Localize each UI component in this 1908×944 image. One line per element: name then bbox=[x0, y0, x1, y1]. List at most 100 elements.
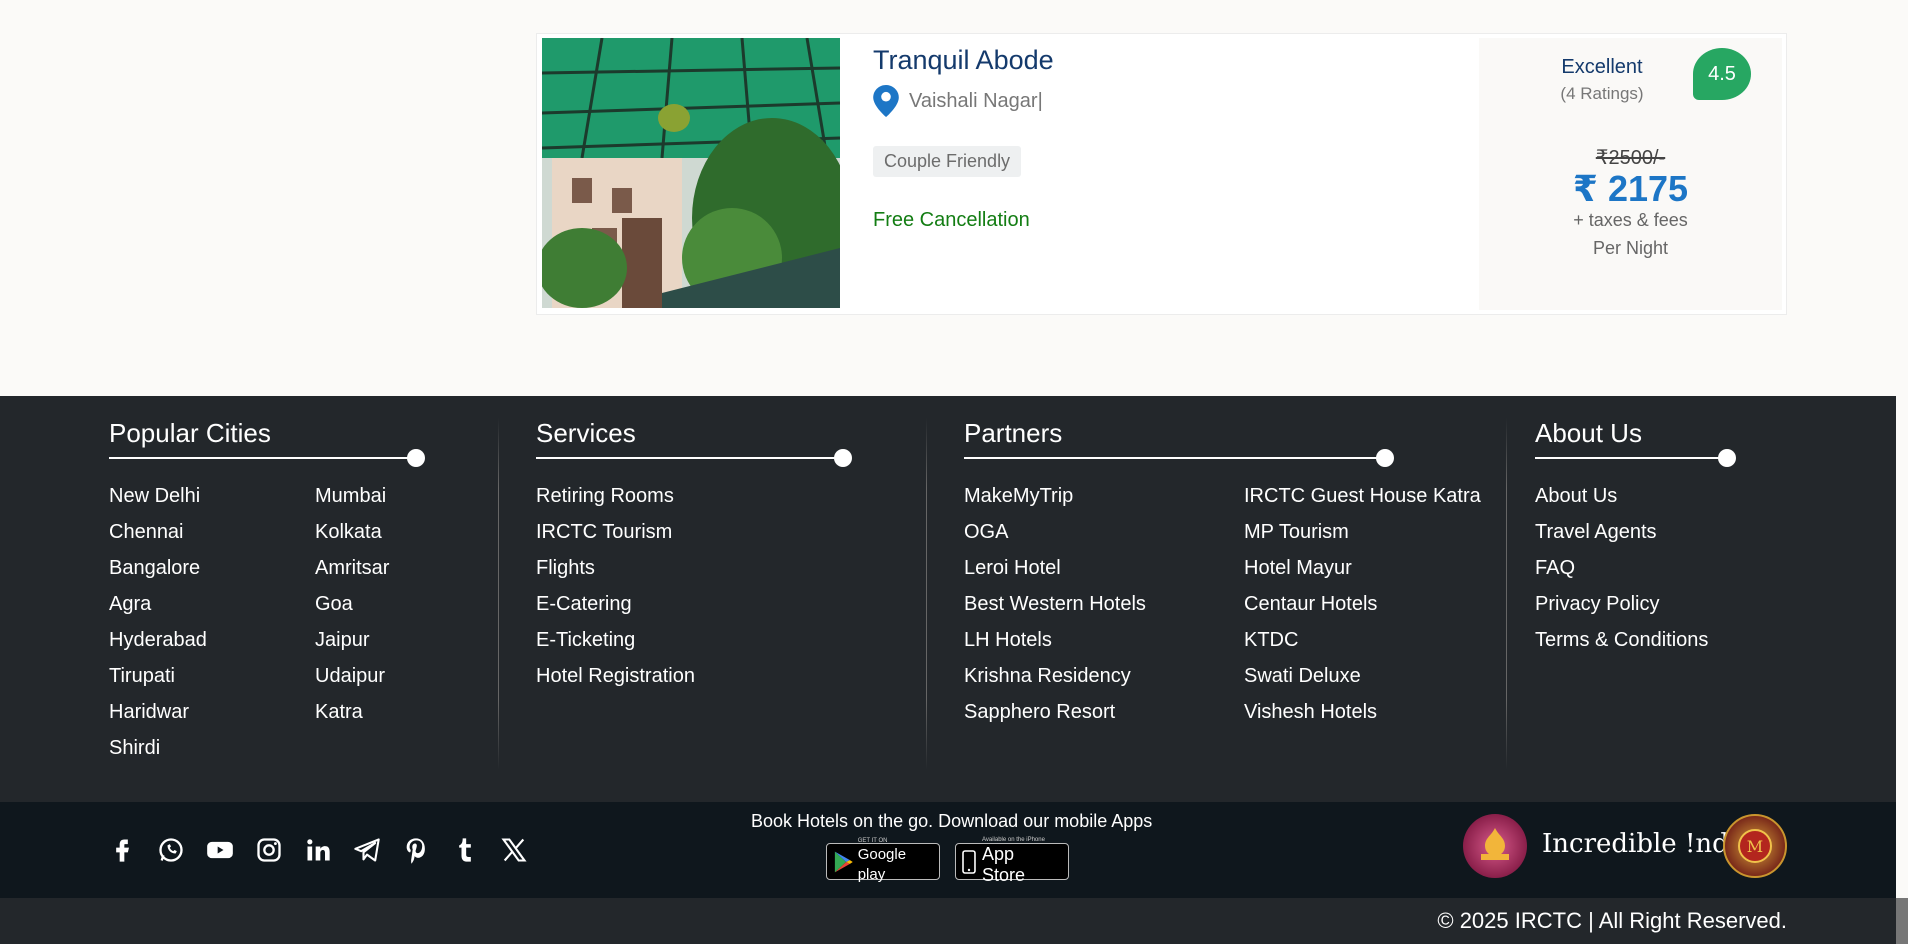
partners-right: IRCTC Guest House Katra MP Tourism Hotel… bbox=[1244, 484, 1481, 736]
partner-link[interactable]: Hotel Mayur bbox=[1244, 556, 1481, 592]
column-divider bbox=[926, 418, 927, 770]
linkedin-icon[interactable] bbox=[304, 836, 332, 864]
about-link[interactable]: FAQ bbox=[1535, 556, 1708, 592]
partner-link[interactable]: Best Western Hotels bbox=[964, 592, 1146, 628]
hotel-image[interactable] bbox=[542, 38, 840, 308]
about-title: About Us bbox=[1535, 418, 1642, 448]
partner-link[interactable]: Leroi Hotel bbox=[964, 556, 1146, 592]
city-link[interactable]: Tirupati bbox=[109, 664, 207, 700]
iphone-icon bbox=[962, 849, 976, 874]
discounted-price: ₹ 2175 bbox=[1572, 168, 1689, 209]
google-play-small: GET IT ON bbox=[857, 838, 888, 844]
underline-dot bbox=[1718, 449, 1736, 467]
about-section: About Us bbox=[1535, 418, 1736, 467]
facebook-icon[interactable] bbox=[108, 836, 136, 864]
partner-link[interactable]: MP Tourism bbox=[1244, 520, 1481, 556]
taxes-note: + taxes & fees bbox=[1573, 210, 1688, 230]
buddhist-circuit-train-logo bbox=[1463, 814, 1527, 878]
scrollbar-thumb[interactable] bbox=[1896, 898, 1908, 944]
city-link[interactable]: Shirdi bbox=[109, 736, 207, 772]
section-underline bbox=[109, 449, 425, 467]
price-box: Excellent (4 Ratings) 4.5 ₹2500/- ₹ 2175… bbox=[1479, 38, 1782, 310]
service-link[interactable]: Retiring Rooms bbox=[536, 484, 695, 520]
google-play-icon bbox=[834, 851, 853, 872]
section-underline bbox=[536, 449, 852, 467]
whatsapp-icon[interactable] bbox=[157, 836, 185, 864]
popular-cities-right: Mumbai Kolkata Amritsar Goa Jaipur Udaip… bbox=[315, 484, 389, 736]
scrollbar-track[interactable] bbox=[1896, 396, 1908, 944]
rating-word: Excellent bbox=[1561, 56, 1643, 78]
partners-title: Partners bbox=[964, 418, 1063, 448]
svg-text:M: M bbox=[1747, 837, 1763, 856]
popular-cities-title: Popular Cities bbox=[109, 418, 271, 448]
service-link[interactable]: IRCTC Tourism bbox=[536, 520, 695, 556]
service-link[interactable]: Flights bbox=[536, 556, 695, 592]
city-link[interactable]: Amritsar bbox=[315, 556, 389, 592]
google-play-button[interactable]: GET IT ON Google play bbox=[826, 838, 940, 883]
copyright-bar: © 2025 IRCTC | All Right Reserved. bbox=[0, 898, 1896, 944]
city-link[interactable]: Hyderabad bbox=[109, 628, 207, 664]
x-twitter-icon[interactable] bbox=[500, 836, 528, 864]
city-link[interactable]: Mumbai bbox=[315, 484, 389, 520]
hotel-card[interactable]: Tranquil Abode Vaishali Nagar| Couple Fr… bbox=[536, 33, 1787, 315]
city-link[interactable]: Jaipur bbox=[315, 628, 389, 664]
partner-link[interactable]: Sapphero Resort bbox=[964, 700, 1146, 736]
telegram-icon[interactable] bbox=[353, 836, 381, 864]
couple-friendly-tag: Couple Friendly bbox=[873, 146, 1022, 177]
city-link[interactable]: Chennai bbox=[109, 520, 207, 556]
footer-bottom-bar: Book Hotels on the go. Download our mobi… bbox=[0, 802, 1896, 898]
city-link[interactable]: Agra bbox=[109, 592, 207, 628]
service-link[interactable]: E-Catering bbox=[536, 592, 695, 628]
section-underline bbox=[964, 449, 1394, 467]
free-cancellation-label: Free Cancellation bbox=[873, 209, 1030, 231]
copyright-text: © 2025 IRCTC | All Right Reserved. bbox=[1437, 908, 1787, 933]
city-link[interactable]: Katra bbox=[315, 700, 389, 736]
partners-section: Partners bbox=[964, 418, 1394, 467]
maharajas-express-logo: M bbox=[1723, 814, 1787, 878]
partner-link[interactable]: Centaur Hotels bbox=[1244, 592, 1481, 628]
partner-link[interactable]: MakeMyTrip bbox=[964, 484, 1146, 520]
services-links: Retiring Rooms IRCTC Tourism Flights E-C… bbox=[536, 484, 695, 700]
services-title: Services bbox=[536, 418, 636, 448]
about-link[interactable]: Privacy Policy bbox=[1535, 592, 1708, 628]
partner-link[interactable]: IRCTC Guest House Katra bbox=[1244, 484, 1481, 520]
popular-cities-left: New Delhi Chennai Bangalore Agra Hyderab… bbox=[109, 484, 207, 772]
partner-link[interactable]: Vishesh Hotels bbox=[1244, 700, 1481, 736]
per-night-label: Per Night bbox=[1592, 238, 1669, 258]
partner-link[interactable]: LH Hotels bbox=[964, 628, 1146, 664]
about-link[interactable]: Terms & Conditions bbox=[1535, 628, 1708, 664]
tumblr-icon[interactable] bbox=[451, 836, 479, 864]
city-link[interactable]: Udaipur bbox=[315, 664, 389, 700]
location-pin-icon bbox=[873, 85, 899, 117]
rating-count: (4 Ratings) bbox=[1560, 84, 1644, 103]
underline-dot bbox=[834, 449, 852, 467]
service-link[interactable]: E-Ticketing bbox=[536, 628, 695, 664]
city-link[interactable]: Bangalore bbox=[109, 556, 207, 592]
original-price: ₹2500/- bbox=[1595, 147, 1666, 169]
city-link[interactable]: New Delhi bbox=[109, 484, 207, 520]
partners-left: MakeMyTrip OGA Leroi Hotel Best Western … bbox=[964, 484, 1146, 736]
column-divider bbox=[1506, 418, 1507, 770]
partner-link[interactable]: OGA bbox=[964, 520, 1146, 556]
city-link[interactable]: Haridwar bbox=[109, 700, 207, 736]
about-links: About Us Travel Agents FAQ Privacy Polic… bbox=[1535, 484, 1708, 664]
rating-badge: 4.5 bbox=[1693, 48, 1751, 100]
google-play-label: Google play bbox=[857, 846, 907, 883]
partner-link[interactable]: Krishna Residency bbox=[964, 664, 1146, 700]
service-link[interactable]: Hotel Registration bbox=[536, 664, 695, 700]
instagram-icon[interactable] bbox=[255, 836, 283, 864]
underline-dot bbox=[1376, 449, 1394, 467]
city-link[interactable]: Kolkata bbox=[315, 520, 389, 556]
about-link[interactable]: About Us bbox=[1535, 484, 1708, 520]
pinterest-icon[interactable] bbox=[402, 836, 430, 864]
section-underline bbox=[1535, 449, 1736, 467]
partner-link[interactable]: KTDC bbox=[1244, 628, 1481, 664]
youtube-icon[interactable] bbox=[206, 836, 234, 864]
about-link[interactable]: Travel Agents bbox=[1535, 520, 1708, 556]
hotel-name[interactable]: Tranquil Abode bbox=[873, 45, 1054, 76]
app-store-button[interactable]: Available on the iPhone App Store bbox=[955, 837, 1069, 885]
city-link[interactable]: Goa bbox=[315, 592, 389, 628]
partner-link[interactable]: Swati Deluxe bbox=[1244, 664, 1481, 700]
apps-promo-text: Book Hotels on the go. Download our mobi… bbox=[751, 811, 1153, 831]
services-section: Services bbox=[536, 418, 852, 467]
